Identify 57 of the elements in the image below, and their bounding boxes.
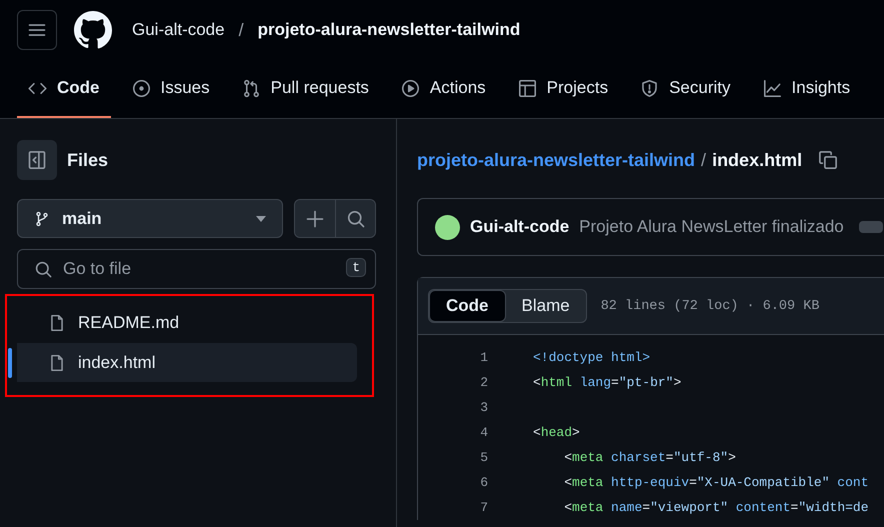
line-number: 4 bbox=[479, 425, 488, 440]
commit-author[interactable]: Gui-alt-code bbox=[470, 217, 570, 237]
search-icon bbox=[346, 208, 366, 228]
table-icon bbox=[518, 78, 537, 98]
octocat-logo[interactable] bbox=[74, 11, 112, 49]
repo-tab[interactable]: Actions bbox=[390, 60, 497, 118]
caret-icon bbox=[256, 216, 266, 222]
file-icon bbox=[48, 314, 66, 332]
path-separator: / bbox=[701, 150, 706, 170]
issue-icon bbox=[132, 78, 150, 98]
plus-icon bbox=[305, 208, 325, 228]
line-number: 7 bbox=[479, 500, 488, 515]
line-number: 1 bbox=[479, 350, 488, 365]
file-tree-item[interactable]: README.md bbox=[8, 303, 357, 342]
commit-message[interactable]: Projeto Alura NewsLetter finalizado bbox=[579, 217, 844, 237]
shield-icon bbox=[640, 78, 660, 98]
search-icon bbox=[34, 260, 53, 279]
code-line: <meta name="viewport" content="width=de bbox=[563, 500, 869, 515]
branch-selector[interactable]: main bbox=[17, 199, 283, 238]
repo-link[interactable]: projeto-alura-newsletter-tailwind bbox=[417, 150, 696, 170]
sidebar-title: Files bbox=[67, 150, 108, 170]
repo-tab[interactable]: Pull requests bbox=[230, 60, 380, 118]
file-info: 82 lines (72 loc) · 6.09 KB bbox=[600, 298, 820, 314]
line-number: 5 bbox=[479, 450, 488, 465]
view-mode-tab[interactable]: Code bbox=[429, 290, 506, 322]
play-icon bbox=[400, 78, 420, 98]
repo-owner-link[interactable]: Gui-alt-code bbox=[132, 20, 225, 40]
code-line: <meta charset="utf-8"> bbox=[563, 450, 736, 465]
code-line: <head> bbox=[533, 425, 580, 440]
file-tree-item[interactable]: index.html bbox=[8, 343, 357, 382]
graph-icon bbox=[762, 78, 782, 98]
repo-tab[interactable]: Insights bbox=[752, 60, 862, 118]
sidebar-icon bbox=[27, 150, 47, 170]
copy-icon bbox=[818, 150, 838, 170]
search-button[interactable] bbox=[335, 200, 375, 237]
code-line: <!doctype html> bbox=[533, 350, 650, 365]
line-number: 6 bbox=[479, 475, 488, 490]
line-number: 3 bbox=[479, 400, 488, 415]
menu-button[interactable] bbox=[17, 10, 57, 50]
avatar bbox=[435, 214, 460, 240]
line-number: 2 bbox=[479, 375, 488, 390]
keyboard-shortcut: t bbox=[346, 258, 366, 277]
view-mode-tab[interactable]: Blame bbox=[506, 290, 586, 322]
repo-tab[interactable]: Code bbox=[17, 60, 110, 118]
code-line: <html lang="pt-br"> bbox=[533, 375, 682, 390]
pull-request-icon bbox=[242, 78, 261, 98]
repo-tab[interactable]: Security bbox=[629, 60, 742, 118]
copy-path-button[interactable] bbox=[818, 150, 838, 170]
collapse-sidebar-button[interactable] bbox=[17, 140, 57, 180]
file-name: index.html bbox=[712, 150, 802, 170]
file-icon bbox=[48, 354, 66, 372]
repo-tab[interactable]: Projects bbox=[506, 60, 620, 118]
code-line: <meta http-equiv="X-UA-Compatible" cont bbox=[563, 475, 869, 490]
branch-icon bbox=[34, 210, 50, 226]
repo-name-link[interactable]: projeto-alura-newsletter-tailwind bbox=[258, 20, 520, 40]
path-separator: / bbox=[238, 20, 244, 40]
repo-tab[interactable]: Issues bbox=[120, 60, 221, 118]
